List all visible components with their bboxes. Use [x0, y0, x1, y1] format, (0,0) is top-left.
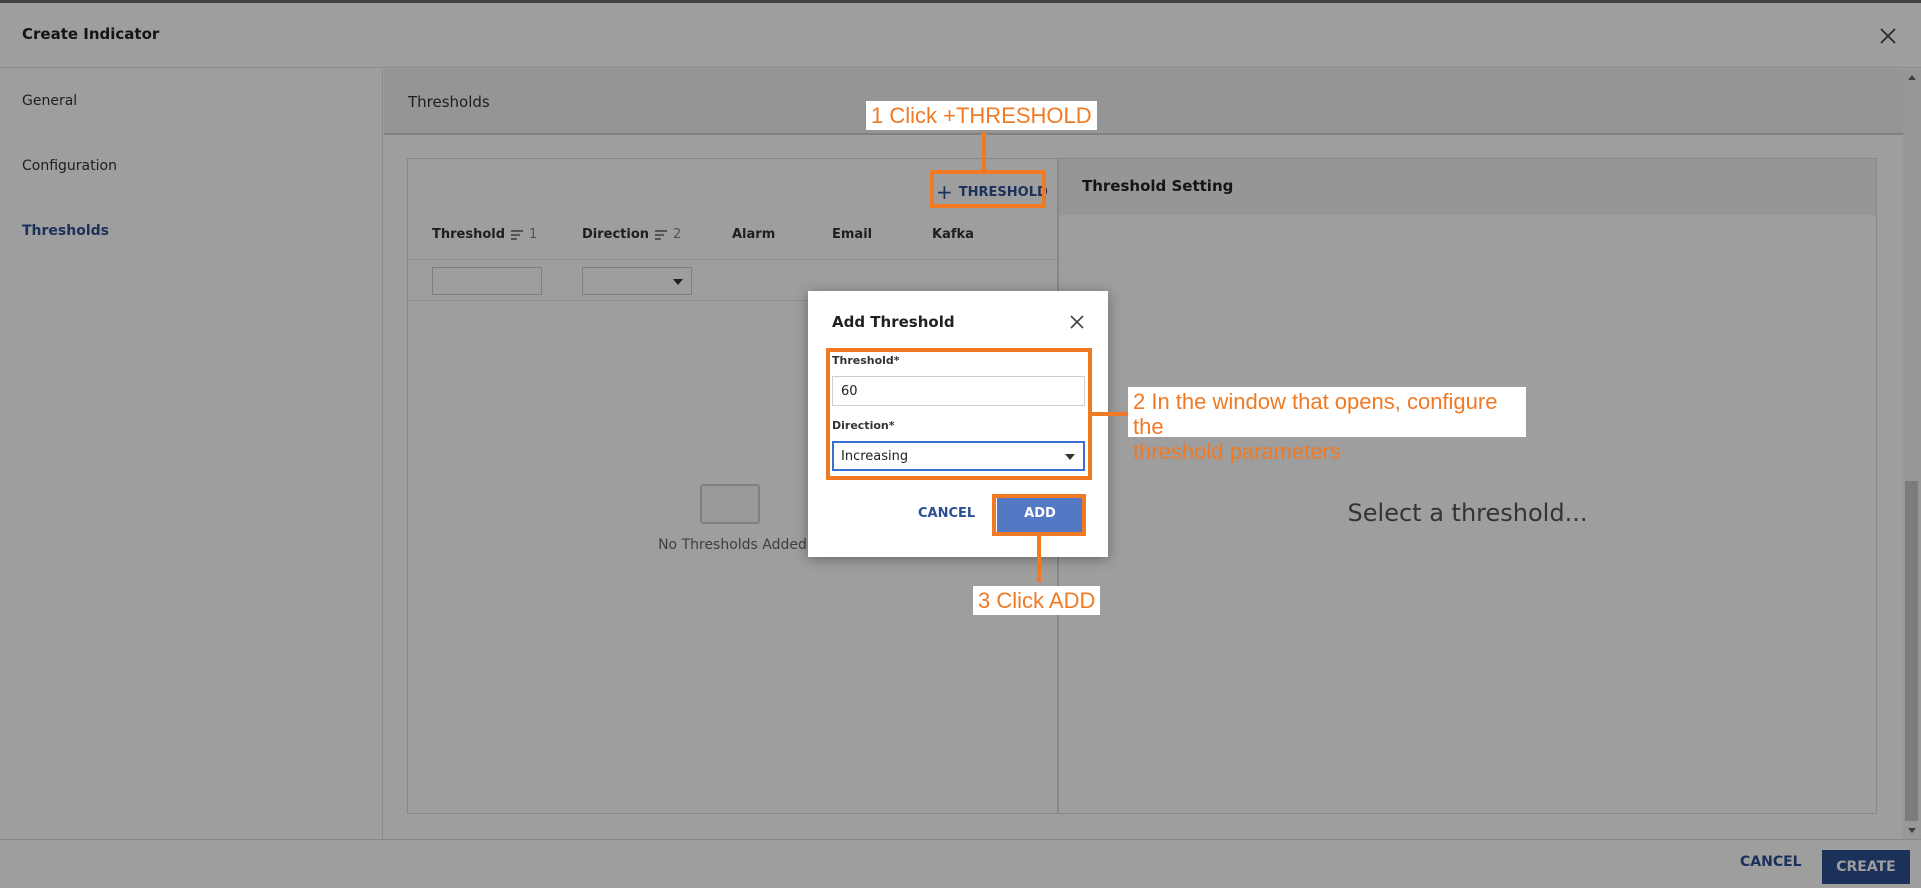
annotation-highlight-form	[826, 348, 1092, 480]
annotation-leader-line	[1037, 534, 1041, 582]
annotation-leader-line	[982, 132, 986, 172]
annotation-step2-line1: 2 In the window that opens, configure th…	[1133, 389, 1498, 439]
annotation-highlight-add-button	[992, 494, 1086, 536]
close-icon[interactable]	[1068, 313, 1086, 331]
annotation-highlight-add-threshold	[930, 170, 1046, 208]
annotation-leader-line	[1090, 412, 1128, 416]
dialog-cancel-button[interactable]: CANCEL	[918, 506, 975, 521]
annotation-step2: 2 In the window that opens, configure th…	[1128, 387, 1526, 464]
dialog-title: Add Threshold	[832, 313, 955, 331]
annotation-step3: 3 Click ADD	[973, 586, 1101, 615]
annotation-step1: 1 Click +THRESHOLD	[866, 101, 1097, 130]
annotation-step2-line2: threshold parameters	[1133, 439, 1341, 464]
